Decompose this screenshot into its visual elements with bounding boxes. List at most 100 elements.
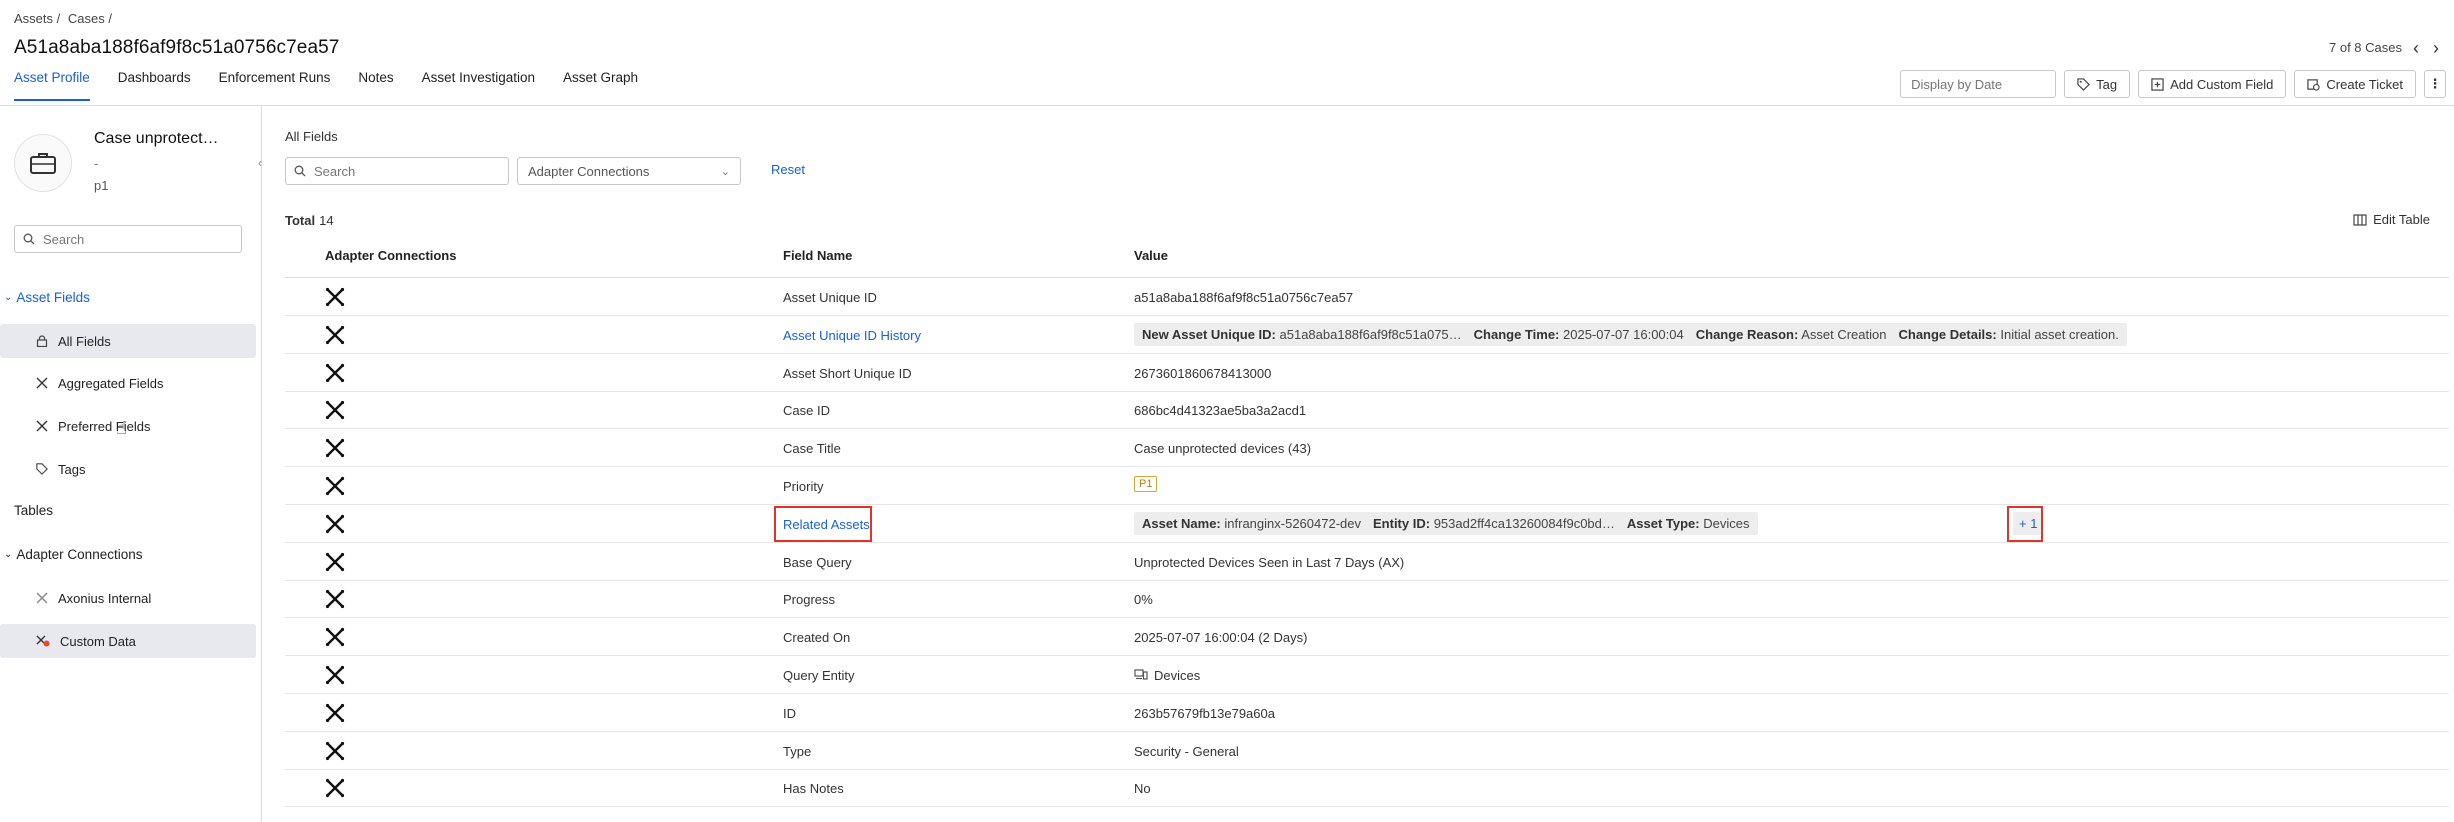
next-case-icon[interactable]: › <box>2430 39 2442 57</box>
field-name: Created On <box>783 630 851 646</box>
pager-text: 7 of 8 Cases <box>2329 40 2402 55</box>
axonius-adapter-icon <box>325 703 345 728</box>
adapter-connections-select[interactable]: Adapter Connections ⌄ <box>517 157 741 185</box>
tab-asset-graph[interactable]: Asset Graph <box>563 70 638 101</box>
axonius-adapter-icon <box>325 325 345 350</box>
sidebar-item-label: Axonius Internal <box>58 590 152 606</box>
header-toolbar: Tag Add Custom Field Create Ticket ⋮ <box>1900 70 2446 98</box>
value-chips: New Asset Unique ID: a51a8aba188f6af9f8c… <box>1134 322 2127 346</box>
devices-icon <box>1134 668 1148 683</box>
chip-item: Entity ID: 953ad2ff4ca13260084f9c0bd… <box>1373 516 1615 531</box>
field-name: ID <box>783 705 796 721</box>
adapter-connections-section[interactable]: ⌄ Adapter Connections <box>4 547 142 562</box>
create-ticket-button[interactable]: Create Ticket <box>2294 70 2416 98</box>
field-name: Progress <box>783 592 836 608</box>
chip-value: Asset Creation <box>1801 326 1887 342</box>
edit-table-label: Edit Table <box>2373 212 2430 227</box>
axonius-adapter-icon <box>325 476 345 501</box>
sidebar-item-preferred-fields[interactable]: Preferred Fields <box>0 409 256 443</box>
breadcrumb-cases[interactable]: Cases / <box>68 11 112 26</box>
fields-search-placeholder: Search <box>314 163 356 179</box>
table-row: Progress 0% <box>285 580 2449 619</box>
field-name: Asset Unique ID <box>783 290 877 305</box>
tab-asset-profile[interactable]: Asset Profile <box>14 70 90 101</box>
field-value: Unprotected Devices Seen in Last 7 Days … <box>1134 554 1405 570</box>
reset-link[interactable]: Reset <box>771 162 805 177</box>
table-row: Asset Unique ID History New Asset Unique … <box>285 316 2449 354</box>
sidebar-item-axonius-internal[interactable]: Axonius Internal <box>0 581 256 615</box>
sidebar-item-label: Aggregated Fields <box>58 375 164 391</box>
asset-fields-section[interactable]: ⌄ Asset Fields <box>4 290 90 305</box>
tab-dashboards[interactable]: Dashboards <box>118 70 191 101</box>
field-name: Case ID <box>783 403 830 419</box>
axonius-adapter-icon <box>325 741 345 766</box>
field-name: Has Notes <box>783 781 844 797</box>
page-title: A51a8aba188f6af9f8c51a0756c7ea57 <box>14 37 340 58</box>
chevron-down-icon: ⌄ <box>4 549 13 560</box>
sidebar-item-custom-data[interactable]: Custom Data <box>0 624 256 658</box>
section-title: All Fields <box>285 129 338 144</box>
table-row: Case ID 686bc4d41323ae5ba3a2acd1 <box>285 391 2449 430</box>
tag-icon <box>36 463 48 475</box>
sidebar-item-all-fields[interactable]: All Fields <box>0 324 256 358</box>
chip-key: New Asset Unique ID: <box>1142 326 1276 342</box>
tab-asset-investigation[interactable]: Asset Investigation <box>422 70 535 101</box>
adapter-connections-label: Adapter Connections <box>16 547 143 562</box>
field-value: a51a8aba188f6af9f8c51a0756c7ea57 <box>1134 290 1354 305</box>
table-row: Related Assets Asset Name: infranginx-526… <box>285 505 2449 543</box>
chip-item: Change Time: 2025-07-07 16:00:04 <box>1474 327 1684 342</box>
tag-button-label: Tag <box>2096 76 2118 92</box>
sidebar-item-label: Custom Data <box>60 633 136 649</box>
column-header-field-name[interactable]: Field Name <box>783 248 852 263</box>
column-header-value[interactable]: Value <box>1134 248 1168 263</box>
chip-item: New Asset Unique ID: a51a8aba188f6af9f8c… <box>1142 327 1462 342</box>
table-row: Type Security - General <box>285 732 2449 770</box>
add-custom-field-button[interactable]: Add Custom Field <box>2138 70 2287 98</box>
table-row: Priority P1 <box>285 467 2449 505</box>
case-pager: 7 of 8 Cases ‹ › <box>2329 39 2442 57</box>
axonius-adapter-icon <box>325 514 345 539</box>
field-name[interactable]: Asset Unique ID History <box>783 328 921 343</box>
sidebar-item-tags[interactable]: Tags <box>0 452 256 486</box>
axonius-icon <box>36 377 48 389</box>
field-name: Type <box>783 743 812 759</box>
case-avatar <box>14 134 72 192</box>
breadcrumb: Assets / Cases / <box>14 11 116 26</box>
field-value: 686bc4d41323ae5ba3a2acd1 <box>1134 403 1307 419</box>
chip-key: Change Time: <box>1473 326 1560 342</box>
collapse-sidebar-icon[interactable]: ‹ <box>258 156 262 170</box>
column-header-adapter[interactable]: Adapter Connections <box>325 248 456 263</box>
axonius-adapter-icon <box>325 287 345 312</box>
axonius-adapter-icon <box>325 627 345 652</box>
chip-value: Initial asset creation. <box>2000 326 2119 342</box>
sidebar-item-aggregated-fields[interactable]: Aggregated Fields <box>0 366 256 400</box>
fields-search[interactable]: Search <box>285 157 509 185</box>
field-value: Devices <box>1154 668 1201 683</box>
ticket-icon <box>2307 78 2321 91</box>
chip-group[interactable]: New Asset Unique ID: a51a8aba188f6af9f8c… <box>1134 322 2127 346</box>
sidebar-search[interactable]: Search <box>14 225 242 253</box>
tab-notes[interactable]: Notes <box>358 70 393 101</box>
previous-case-icon[interactable]: ‹ <box>2410 39 2422 57</box>
tables-section[interactable]: Tables <box>14 503 53 518</box>
display-by-date-input[interactable] <box>1900 70 2057 98</box>
chip-value: 2025-07-07 16:00:04 <box>1563 326 1684 342</box>
create-ticket-label: Create Ticket <box>2326 76 2403 92</box>
edit-table-button[interactable]: Edit Table <box>2353 212 2430 227</box>
sidebar-item-label: All Fields <box>58 333 111 349</box>
briefcase-icon <box>30 153 56 174</box>
table-row: Created On 2025-07-07 16:00:04 (2 Days) <box>285 618 2449 657</box>
tag-button[interactable]: Tag <box>2064 70 2131 98</box>
breadcrumb-assets[interactable]: Assets / <box>14 11 60 26</box>
chip-group[interactable]: Asset Name: infranginx-5260472-dev Entity… <box>1134 511 1758 535</box>
table-row: Case Title Case unprotected devices (43) <box>285 429 2449 468</box>
axonius-adapter-icon <box>325 589 345 614</box>
pointer-cursor-icon: ☝ <box>116 418 127 438</box>
chip-item: Change Details: Initial asset creation. <box>1898 327 2118 342</box>
field-name: Base Query <box>783 554 852 570</box>
asset-name: Case unprotect… <box>94 130 219 147</box>
more-actions-icon[interactable]: ⋮ <box>2424 70 2446 98</box>
highlight-related-assets-field <box>774 505 872 542</box>
chip-item: Change Reason: Asset Creation <box>1696 327 1887 342</box>
tab-enforcement-runs[interactable]: Enforcement Runs <box>219 70 331 101</box>
